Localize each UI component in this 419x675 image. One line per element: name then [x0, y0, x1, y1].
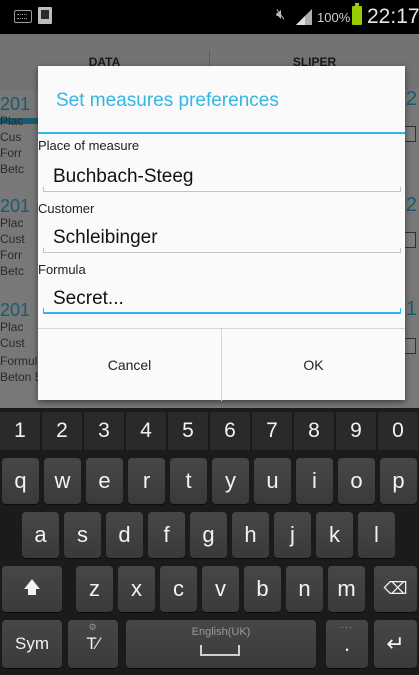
- key-j[interactable]: j: [274, 512, 311, 558]
- sd-card-icon: [38, 7, 52, 24]
- customer-label: Customer: [38, 201, 95, 216]
- formula-label: Formula: [38, 262, 86, 277]
- key-0[interactable]: 0: [378, 412, 418, 450]
- ok-button[interactable]: OK: [222, 329, 405, 401]
- customer-field[interactable]: Schleibinger: [43, 227, 401, 253]
- keyboard-language-label: English(UK): [191, 626, 251, 638]
- key-e[interactable]: e: [86, 458, 123, 504]
- key-4[interactable]: 4: [126, 412, 166, 450]
- key-o[interactable]: o: [338, 458, 375, 504]
- field-underline: [43, 248, 401, 253]
- key-3[interactable]: 3: [84, 412, 124, 450]
- key-v[interactable]: v: [202, 566, 239, 612]
- key-p[interactable]: p: [380, 458, 417, 504]
- enter-icon: ↵: [386, 631, 405, 656]
- key-2[interactable]: 2: [42, 412, 82, 450]
- space-key[interactable]: English(UK): [126, 620, 316, 668]
- preferences-dialog: Set measures preferences Place of measur…: [38, 66, 405, 401]
- app-screen: 🔇︎ 100% 22:17 DATA SLIPER 201 Plac Cus F…: [0, 0, 419, 408]
- space-bar-icon: [200, 645, 240, 656]
- handwriting-icon: T⁄: [86, 634, 100, 653]
- dialog-title-divider: [38, 132, 405, 134]
- customer-value: Schleibinger: [53, 227, 158, 248]
- battery-icon: [352, 3, 362, 25]
- period-key[interactable]: ··· .: [326, 620, 368, 668]
- period-label: .: [343, 631, 351, 656]
- formula-value: Secret...: [53, 288, 124, 309]
- key-g[interactable]: g: [190, 512, 227, 558]
- shift-icon: 🡅: [23, 577, 41, 597]
- place-of-measure-label: Place of measure: [38, 138, 140, 153]
- mute-icon: 🔇︎: [276, 6, 286, 23]
- key-a[interactable]: a: [22, 512, 59, 558]
- field-underline: [43, 187, 401, 192]
- key-w[interactable]: w: [44, 458, 81, 504]
- settings-icon: ⚙: [88, 622, 98, 632]
- key-9[interactable]: 9: [336, 412, 376, 450]
- formula-field[interactable]: Secret...: [43, 288, 401, 314]
- delete-key[interactable]: ⌫: [374, 566, 417, 612]
- key-r[interactable]: r: [128, 458, 165, 504]
- key-t[interactable]: t: [170, 458, 207, 504]
- key-m[interactable]: m: [328, 566, 365, 612]
- key-d[interactable]: d: [106, 512, 143, 558]
- field-underline-focused: [43, 308, 401, 314]
- key-n[interactable]: n: [286, 566, 323, 612]
- key-u[interactable]: u: [254, 458, 291, 504]
- dialog-button-bar: Cancel OK: [38, 328, 405, 401]
- more-symbols-icon: ···: [340, 622, 354, 633]
- status-bar: 🔇︎ 100% 22:17: [0, 0, 419, 34]
- key-1[interactable]: 1: [0, 412, 40, 450]
- shift-key[interactable]: 🡅: [2, 566, 62, 612]
- enter-key[interactable]: ↵: [374, 620, 417, 668]
- place-of-measure-value: Buchbach-Steeg: [53, 166, 194, 187]
- soft-keyboard: 1 2 3 4 5 6 7 8 9 0 q w e r t y u i o p …: [0, 408, 419, 675]
- key-l[interactable]: l: [358, 512, 395, 558]
- battery-percent: 100%: [317, 10, 351, 25]
- key-i[interactable]: i: [296, 458, 333, 504]
- sym-key[interactable]: Sym: [2, 620, 62, 668]
- key-z[interactable]: z: [76, 566, 113, 612]
- backspace-icon: ⌫: [383, 579, 408, 598]
- key-7[interactable]: 7: [252, 412, 292, 450]
- key-6[interactable]: 6: [210, 412, 250, 450]
- key-b[interactable]: b: [244, 566, 281, 612]
- key-k[interactable]: k: [316, 512, 353, 558]
- key-c[interactable]: c: [160, 566, 197, 612]
- handwriting-key[interactable]: ⚙ T⁄: [68, 620, 118, 668]
- keyboard-icon: [14, 10, 32, 23]
- key-q[interactable]: q: [2, 458, 39, 504]
- place-of-measure-field[interactable]: Buchbach-Steeg: [43, 166, 401, 192]
- key-s[interactable]: s: [64, 512, 101, 558]
- clock: 22:17: [367, 5, 419, 28]
- key-8[interactable]: 8: [294, 412, 334, 450]
- key-h[interactable]: h: [232, 512, 269, 558]
- dialog-title: Set measures preferences: [56, 90, 279, 111]
- key-5[interactable]: 5: [168, 412, 208, 450]
- key-y[interactable]: y: [212, 458, 249, 504]
- cancel-button[interactable]: Cancel: [38, 329, 221, 401]
- key-f[interactable]: f: [148, 512, 185, 558]
- signal-icon: [296, 9, 312, 25]
- key-x[interactable]: x: [118, 566, 155, 612]
